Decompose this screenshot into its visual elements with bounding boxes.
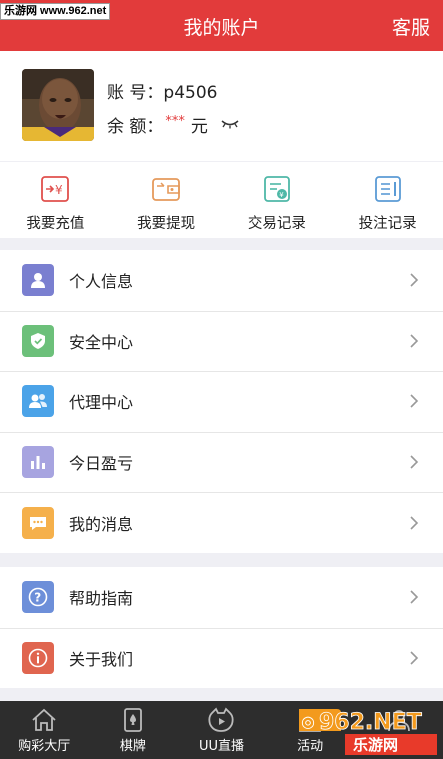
svg-text:¥: ¥ — [55, 183, 63, 197]
menu-item-personal-info[interactable]: 个人信息 — [0, 250, 443, 311]
menu-group-account: 个人信息 安全中心 代理中心 今日盈亏 我的消息 — [0, 250, 443, 553]
customer-service-link[interactable]: 客服 — [392, 13, 430, 40]
svg-text:?: ? — [34, 591, 41, 605]
chevron-right-icon — [410, 455, 419, 469]
cards-icon — [123, 708, 142, 732]
watermark-logo-sub: 乐游网 — [353, 736, 398, 754]
watermark-logo-main: 962.NET — [319, 710, 422, 735]
account-value: p4506 — [163, 83, 218, 103]
home-icon — [32, 708, 56, 731]
chevron-right-icon — [410, 516, 419, 530]
tab-label-chess-cards: 棋牌 — [119, 739, 146, 754]
tab-label-lottery-hall: 购彩大厅 — [18, 739, 71, 754]
recharge-label: 我要充值 — [26, 216, 85, 232]
svg-text:¥: ¥ — [279, 191, 284, 199]
menu-label-today-profit-loss: 今日盈亏 — [69, 454, 134, 474]
menu-label-security-center: 安全中心 — [69, 332, 134, 352]
menu-label-help-guide: 帮助指南 — [69, 589, 134, 609]
quick-actions: ¥ 我要充值 我要提现 ¥ 交易记录 投注记录 — [0, 162, 443, 238]
balance-masked-value: *** — [165, 114, 185, 129]
menu-item-today-profit-loss[interactable]: 今日盈亏 — [0, 431, 443, 493]
menu-label-personal-info: 个人信息 — [69, 272, 134, 292]
balance-label: 余 额： — [107, 117, 164, 137]
eye-closed-icon[interactable] — [220, 115, 240, 135]
menu-item-about-us[interactable]: 关于我们 — [0, 627, 443, 689]
chevron-right-icon — [410, 273, 419, 287]
info-icon — [22, 641, 54, 674]
transaction-record-label: 交易记录 — [247, 216, 306, 232]
chevron-right-icon — [410, 590, 419, 604]
tab-chess-cards[interactable]: 棋牌 — [89, 701, 178, 759]
bar-chart-icon — [22, 446, 54, 479]
bet-record-icon — [374, 176, 402, 206]
watermark-logo: ◎ 962.NET 乐游网 — [299, 709, 437, 755]
balance-unit: 元 — [190, 117, 208, 137]
transaction-record-button[interactable]: ¥ 交易记录 — [222, 162, 333, 238]
transaction-record-icon: ¥ — [263, 176, 291, 206]
recharge-button[interactable]: ¥ 我要充值 — [0, 162, 111, 238]
balance-line: 余 额： *** 元 — [107, 112, 240, 137]
tab-uu-live[interactable]: UU直播 — [177, 701, 266, 759]
site-watermark: 乐游网 www.962.net — [0, 3, 111, 20]
message-icon — [22, 506, 54, 539]
svg-text:◎: ◎ — [301, 712, 315, 731]
chevron-right-icon — [410, 334, 419, 348]
menu-label-my-messages: 我的消息 — [69, 514, 134, 534]
withdraw-button[interactable]: 我要提现 — [111, 162, 222, 238]
avatar[interactable] — [22, 69, 94, 141]
help-icon: ? — [22, 581, 54, 614]
menu-item-security-center[interactable]: 安全中心 — [0, 310, 443, 372]
menu-group-help: ? 帮助指南 关于我们 — [0, 567, 443, 689]
bet-record-button[interactable]: 投注记录 — [332, 162, 443, 238]
bet-record-label: 投注记录 — [358, 216, 417, 232]
account-label: 账 号： — [107, 83, 164, 103]
menu-item-my-messages[interactable]: 我的消息 — [0, 492, 443, 553]
withdraw-label: 我要提现 — [137, 216, 196, 232]
recharge-icon: ¥ — [41, 176, 70, 206]
tab-lottery-hall[interactable]: 购彩大厅 — [0, 701, 89, 759]
tab-label-uu-live: UU直播 — [198, 739, 244, 754]
menu-item-agent-center[interactable]: 代理中心 — [0, 371, 443, 432]
chevron-right-icon — [410, 394, 419, 409]
account-line: 账 号：p4506 — [107, 78, 217, 103]
withdraw-wallet-icon — [152, 176, 181, 206]
agents-icon — [22, 385, 54, 418]
chevron-right-icon — [410, 651, 419, 665]
menu-label-agent-center: 代理中心 — [69, 393, 134, 413]
shield-icon — [22, 324, 54, 357]
user-icon — [22, 264, 54, 297]
account-profile-card: 账 号：p4506 余 额： *** 元 — [0, 51, 443, 161]
menu-label-about-us: 关于我们 — [69, 649, 134, 669]
live-icon — [208, 707, 235, 732]
menu-item-help-guide[interactable]: ? 帮助指南 — [0, 567, 443, 628]
